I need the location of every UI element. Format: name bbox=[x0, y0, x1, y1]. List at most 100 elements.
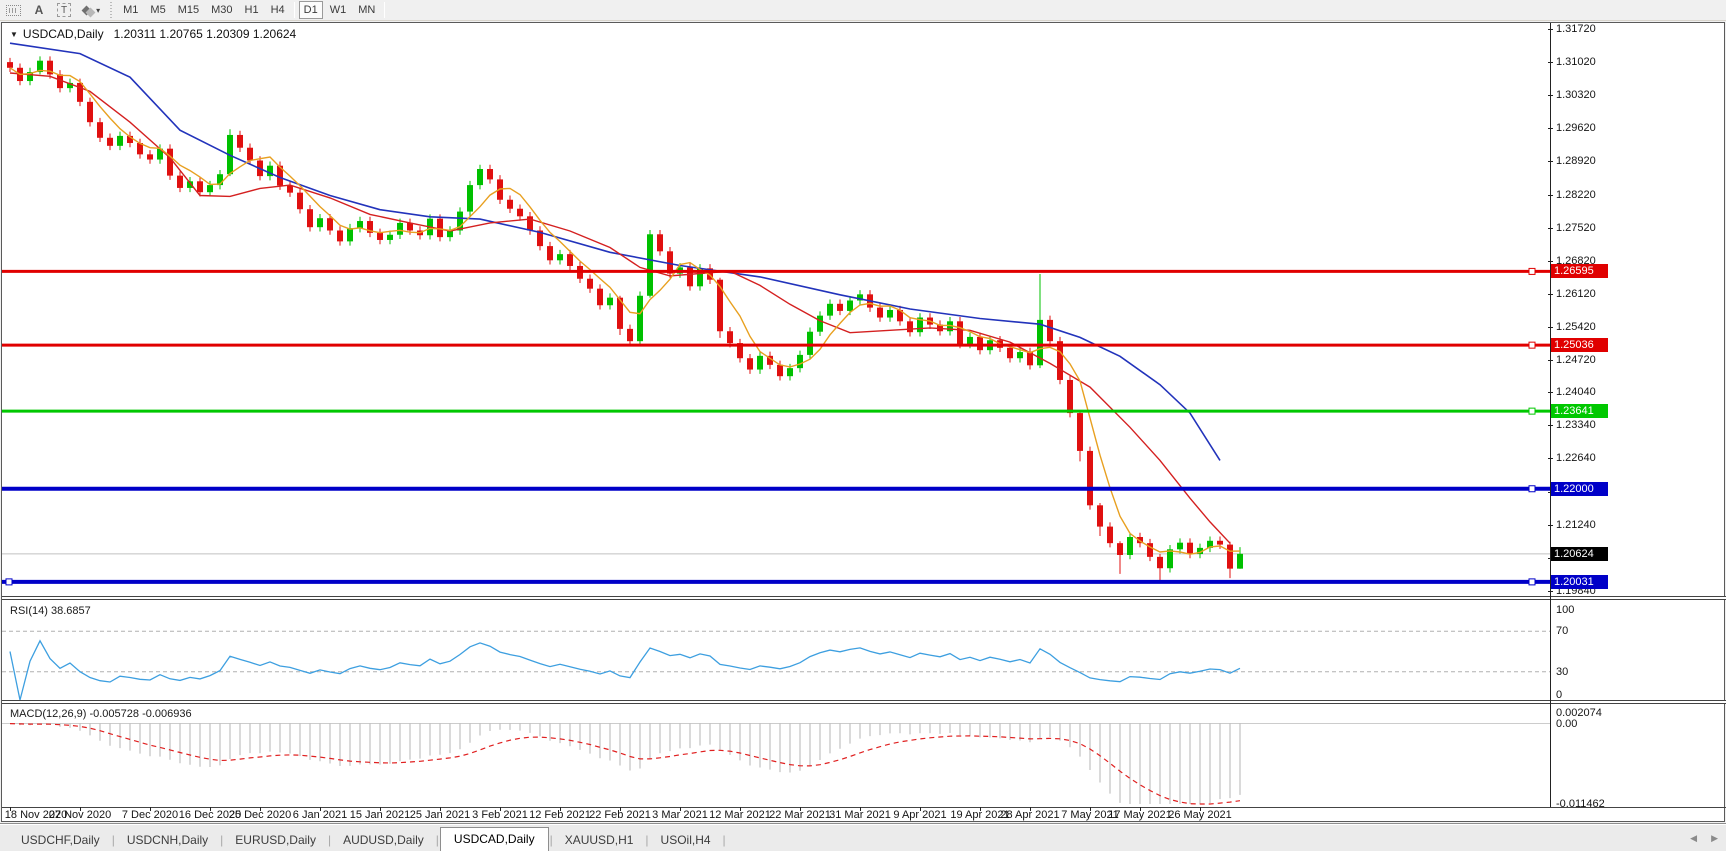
line-drag-handle[interactable] bbox=[5, 578, 13, 586]
tab-usdchf-daily[interactable]: USDCHF,Daily bbox=[10, 830, 111, 851]
cursor-a-icon: A bbox=[34, 3, 44, 17]
candle bbox=[827, 299, 833, 320]
tab-xauusd-h1[interactable]: XAUUSD,H1 bbox=[554, 830, 645, 851]
line-drag-handle[interactable] bbox=[1528, 407, 1536, 415]
cursor-button[interactable]: A bbox=[28, 1, 50, 19]
price-axis-tick bbox=[1548, 360, 1553, 362]
date-axis-label: 27 Nov 2020 bbox=[48, 809, 112, 821]
candle-body bbox=[107, 137, 113, 146]
price-axis-label: 1.28220 bbox=[1556, 188, 1596, 201]
date-axis-label: 26 May 2021 bbox=[1168, 809, 1232, 821]
tab-usdcnh-daily[interactable]: USDCNH,Daily bbox=[116, 830, 219, 851]
candle bbox=[837, 299, 843, 316]
candle-body bbox=[467, 185, 473, 212]
toolbar-separator bbox=[384, 2, 386, 18]
price-axis-tick bbox=[1548, 161, 1553, 163]
candle bbox=[557, 249, 563, 265]
toolbar-grip[interactable] bbox=[109, 2, 115, 18]
candle-body bbox=[247, 147, 253, 161]
timeframe-group: M1 M5 M15 M30 H1 H4 D1 W1 MN bbox=[117, 1, 381, 19]
macd-pane[interactable] bbox=[2, 705, 1550, 808]
candle-body bbox=[587, 278, 593, 289]
candle bbox=[227, 129, 233, 177]
line-drag-handle[interactable] bbox=[1528, 267, 1536, 275]
timeframe-m15-button[interactable]: M15 bbox=[173, 1, 204, 19]
date-axis-label: 22 Feb 2021 bbox=[589, 809, 651, 821]
candle-body bbox=[507, 199, 513, 209]
timeframe-w1-button[interactable]: W1 bbox=[325, 1, 352, 19]
timeframe-mn-button[interactable]: MN bbox=[353, 1, 380, 19]
candle-body bbox=[1067, 379, 1073, 414]
candle-body bbox=[657, 234, 663, 252]
price-axis-tick bbox=[1548, 392, 1553, 394]
line-drag-handle[interactable] bbox=[1528, 485, 1536, 493]
candle-body bbox=[827, 303, 833, 316]
candle-body bbox=[747, 358, 753, 370]
candle bbox=[507, 195, 513, 213]
candle-body bbox=[847, 300, 853, 311]
timeframe-m1-button[interactable]: M1 bbox=[118, 1, 143, 19]
candle-body bbox=[607, 297, 613, 306]
candle-body bbox=[1077, 413, 1083, 451]
tab-audusd-daily[interactable]: AUDUSD,Daily bbox=[332, 830, 435, 851]
candle bbox=[477, 164, 483, 190]
mt4-window: A T ▾ M1 M5 M15 M30 H1 H4 D1 W1 MN ▼ USDCAD,Dail… bbox=[0, 0, 1726, 851]
price-axis-tick bbox=[1548, 260, 1553, 262]
line-drag-handle[interactable] bbox=[1528, 341, 1536, 349]
candle bbox=[457, 207, 463, 235]
candle bbox=[27, 67, 33, 86]
candle bbox=[907, 317, 913, 337]
candle-body bbox=[167, 148, 173, 176]
price-axis-label: 1.31020 bbox=[1556, 56, 1596, 69]
candle bbox=[1097, 502, 1103, 537]
timeframe-m5-button[interactable]: M5 bbox=[145, 1, 170, 19]
candle-body bbox=[627, 328, 633, 342]
tab-usoil-h4[interactable]: USOil,H4 bbox=[650, 830, 722, 851]
candle bbox=[357, 216, 363, 233]
candle-body bbox=[1217, 540, 1223, 545]
candle-body bbox=[1167, 549, 1173, 569]
line-drag-handle[interactable] bbox=[1528, 578, 1536, 586]
candle bbox=[1077, 411, 1083, 462]
objects-dropdown-button[interactable]: ▾ bbox=[78, 1, 105, 19]
date-axis-label: 15 Jan 2021 bbox=[349, 809, 411, 821]
price-pane[interactable] bbox=[2, 24, 1550, 598]
text-label-button[interactable]: T bbox=[52, 1, 76, 19]
price-axis-label: 1.27520 bbox=[1556, 221, 1596, 234]
timeframe-h1-button[interactable]: H1 bbox=[240, 1, 264, 19]
candle bbox=[47, 56, 53, 79]
rsi-indicator-label: RSI(14) 38.6857 bbox=[10, 605, 91, 617]
date-axis-label: 3 Mar 2021 bbox=[652, 809, 708, 821]
candle-body bbox=[97, 122, 103, 138]
candle bbox=[1037, 274, 1043, 369]
pane-separator[interactable] bbox=[2, 596, 1726, 600]
candle bbox=[1207, 536, 1213, 553]
timeframe-m30-button[interactable]: M30 bbox=[206, 1, 237, 19]
macd-axis-label: -0.011462 bbox=[1556, 798, 1605, 810]
candle-body bbox=[1007, 347, 1013, 359]
macd-axis-label: 0.00 bbox=[1556, 717, 1578, 730]
candle-body bbox=[887, 309, 893, 318]
grid-icon bbox=[6, 4, 21, 16]
date-axis-label: 22 Mar 2021 bbox=[769, 809, 831, 821]
symbol-title: USDCAD,Daily bbox=[22, 27, 104, 41]
scroll-left-icon[interactable]: ◀ bbox=[1690, 833, 1697, 844]
scroll-right-icon[interactable]: ▶ bbox=[1711, 833, 1718, 844]
pane-separator[interactable] bbox=[2, 700, 1726, 704]
grid-icon-button[interactable] bbox=[1, 1, 26, 19]
date-axis-label: 31 Mar 2021 bbox=[829, 809, 891, 821]
price-axis-tick bbox=[1548, 128, 1553, 130]
rsi-pane[interactable] bbox=[2, 601, 1550, 702]
collapse-arrow-icon[interactable]: ▼ bbox=[10, 30, 18, 39]
tab-usdcad-daily[interactable]: USDCAD,Daily bbox=[439, 827, 549, 851]
timeframe-h4-button[interactable]: H4 bbox=[266, 1, 290, 19]
timeframe-d1-button[interactable]: D1 bbox=[298, 1, 323, 19]
candle bbox=[887, 305, 893, 322]
price-axis-label: 1.28920 bbox=[1556, 155, 1596, 168]
candle bbox=[517, 204, 523, 221]
candle-body bbox=[597, 288, 603, 306]
candle bbox=[77, 78, 83, 107]
price-axis-label: 1.26120 bbox=[1556, 287, 1596, 300]
tab-eurusd-daily[interactable]: EURUSD,Daily bbox=[224, 830, 327, 851]
candle bbox=[747, 353, 753, 374]
